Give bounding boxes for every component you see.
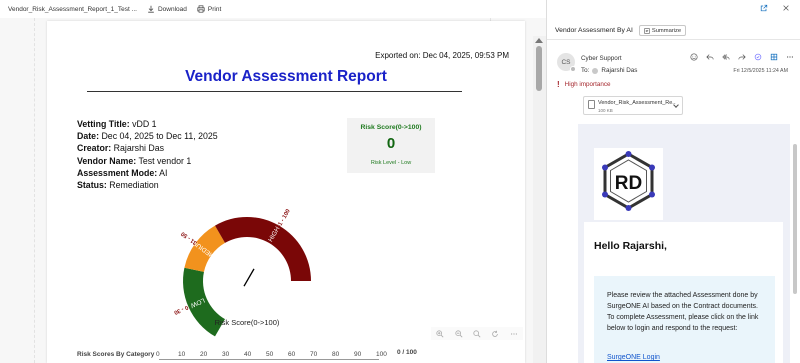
mail-action-bar xyxy=(690,53,794,61)
logo-text: RD xyxy=(615,173,642,194)
attachment-name: Vendor_Risk_Assessment_Re... xyxy=(598,100,676,106)
mail-date: Fri 12/5/2025 11:24 AM xyxy=(733,68,788,74)
pdf-file-name: Vendor_Risk_Assessment_Report_1_Test ... xyxy=(8,5,137,13)
more-icon[interactable] xyxy=(510,330,518,338)
zoom-in-icon[interactable] xyxy=(436,329,444,338)
gauge-range-label: 31 - 50 xyxy=(180,230,198,245)
emoji-icon[interactable] xyxy=(690,53,698,61)
forward-icon[interactable] xyxy=(738,53,746,61)
print-button[interactable]: Print xyxy=(197,5,221,13)
message-text: Please review the attached Assessment do… xyxy=(607,292,759,332)
gauge-band-high xyxy=(215,217,311,281)
pdf-vertical-scrollbar[interactable] xyxy=(533,36,546,363)
category-tick-label: 30 xyxy=(222,351,230,358)
scroll-thumb[interactable] xyxy=(536,46,542,91)
mail-scroll-thumb[interactable] xyxy=(793,144,797,294)
gauge-range-label: 51 - 100 xyxy=(276,208,292,229)
copilot-icon[interactable] xyxy=(754,53,762,61)
category-tick-label: 0 xyxy=(156,351,160,358)
reply-icon[interactable] xyxy=(706,53,714,61)
attachment-card[interactable]: Vendor_Risk_Assessment_Re... 100 KB xyxy=(583,96,683,115)
reset-icon[interactable] xyxy=(491,330,499,338)
mail-subject-row: Vendor Assessment By AI Summarize xyxy=(547,22,800,40)
apps-grid-icon[interactable] xyxy=(770,53,778,61)
app-window: Vendor_Risk_Assessment_Report_1_Test ...… xyxy=(0,0,800,363)
surgeone-login-link[interactable]: SurgeONE Login xyxy=(607,354,660,361)
importance-flag: ! High importance xyxy=(557,80,611,89)
message-box: Please review the attached Assessment do… xyxy=(594,276,775,363)
mail-body: RD Hello Rajarshi, Please review the att… xyxy=(578,124,790,363)
risk-gauge: LOW0 - 30MEDIUM31 - 50 HIGH51 - 100 xyxy=(173,208,311,337)
mail-content-card: Hello Rajarshi, Please review the attach… xyxy=(584,222,783,363)
category-tick-label: 50 xyxy=(266,351,274,358)
gauge-caption: Risk Score(0->100) xyxy=(214,318,280,327)
exclamation-icon: ! xyxy=(557,80,560,89)
recipient-name[interactable]: Rajarshi Das xyxy=(601,67,637,74)
reply-all-icon[interactable] xyxy=(722,53,730,61)
category-tick-label: 80 xyxy=(332,351,340,358)
close-icon[interactable] xyxy=(782,4,790,12)
magnifier-icon[interactable] xyxy=(473,329,481,338)
pdf-page: Exported on: Dec 04, 2025, 09:53 PM Vend… xyxy=(47,21,525,363)
pop-out-icon[interactable] xyxy=(760,4,768,12)
category-tick-label: 60 xyxy=(288,351,296,358)
email-reading-pane: Vendor Assessment By AI Summarize CS Cyb… xyxy=(546,0,800,363)
pdf-toolbar: Vendor_Risk_Assessment_Report_1_Test ...… xyxy=(0,0,546,18)
summarize-icon xyxy=(644,27,650,34)
attachment-size: 100 KB xyxy=(598,108,613,113)
pdf-canvas[interactable]: Exported on: Dec 04, 2025, 09:53 PM Vend… xyxy=(0,18,546,363)
category-tick-label: 100 xyxy=(376,351,387,358)
recipient-row: To: Rajarshi Das xyxy=(581,67,637,74)
category-tick-label: 10 xyxy=(178,351,186,358)
chevron-down-icon[interactable] xyxy=(673,102,679,108)
category-axis-line xyxy=(159,359,379,360)
more-options-icon[interactable] xyxy=(786,53,794,61)
category-tick-label: 70 xyxy=(310,351,318,358)
importance-label: High importance xyxy=(564,81,611,88)
greeting: Hello Rajarshi, xyxy=(594,240,667,252)
category-tick-label: 40 xyxy=(244,351,252,358)
category-tick-label: 90 xyxy=(354,351,362,358)
chart-zoom-toolbar xyxy=(431,327,523,340)
scroll-up-arrow[interactable] xyxy=(535,38,543,43)
printer-icon xyxy=(197,5,205,13)
category-chart-title: Risk Scores By Category xyxy=(77,351,155,358)
gauge-range-label: 0 - 30 xyxy=(173,304,189,316)
download-button[interactable]: Download xyxy=(147,5,187,13)
company-logo: RD xyxy=(594,148,663,220)
category-chart-max: 0 / 100 xyxy=(397,349,417,356)
recipient-avatar xyxy=(592,67,599,74)
download-icon xyxy=(148,5,154,13)
summarize-label: Summarize xyxy=(651,27,682,34)
category-tick-label: 20 xyxy=(200,351,208,358)
pdf-viewer-pane: Vendor_Risk_Assessment_Report_1_Test ...… xyxy=(0,0,546,363)
gauge-needle xyxy=(243,268,255,287)
mail-scrollbar[interactable] xyxy=(793,124,798,363)
sender-name[interactable]: Cyber Support xyxy=(581,55,622,62)
to-label: To: xyxy=(581,67,590,74)
rd-logo-image: RD xyxy=(602,151,655,211)
pane-window-controls xyxy=(760,4,790,12)
download-label: Download xyxy=(157,5,187,13)
pdf-file-icon xyxy=(588,100,595,109)
zoom-out-icon[interactable] xyxy=(454,329,463,338)
page-guide-line xyxy=(34,18,35,363)
summarize-button[interactable]: Summarize xyxy=(638,25,687,36)
presence-indicator xyxy=(570,66,576,72)
mail-subject: Vendor Assessment By AI xyxy=(555,27,633,34)
print-label: Print xyxy=(207,5,222,13)
